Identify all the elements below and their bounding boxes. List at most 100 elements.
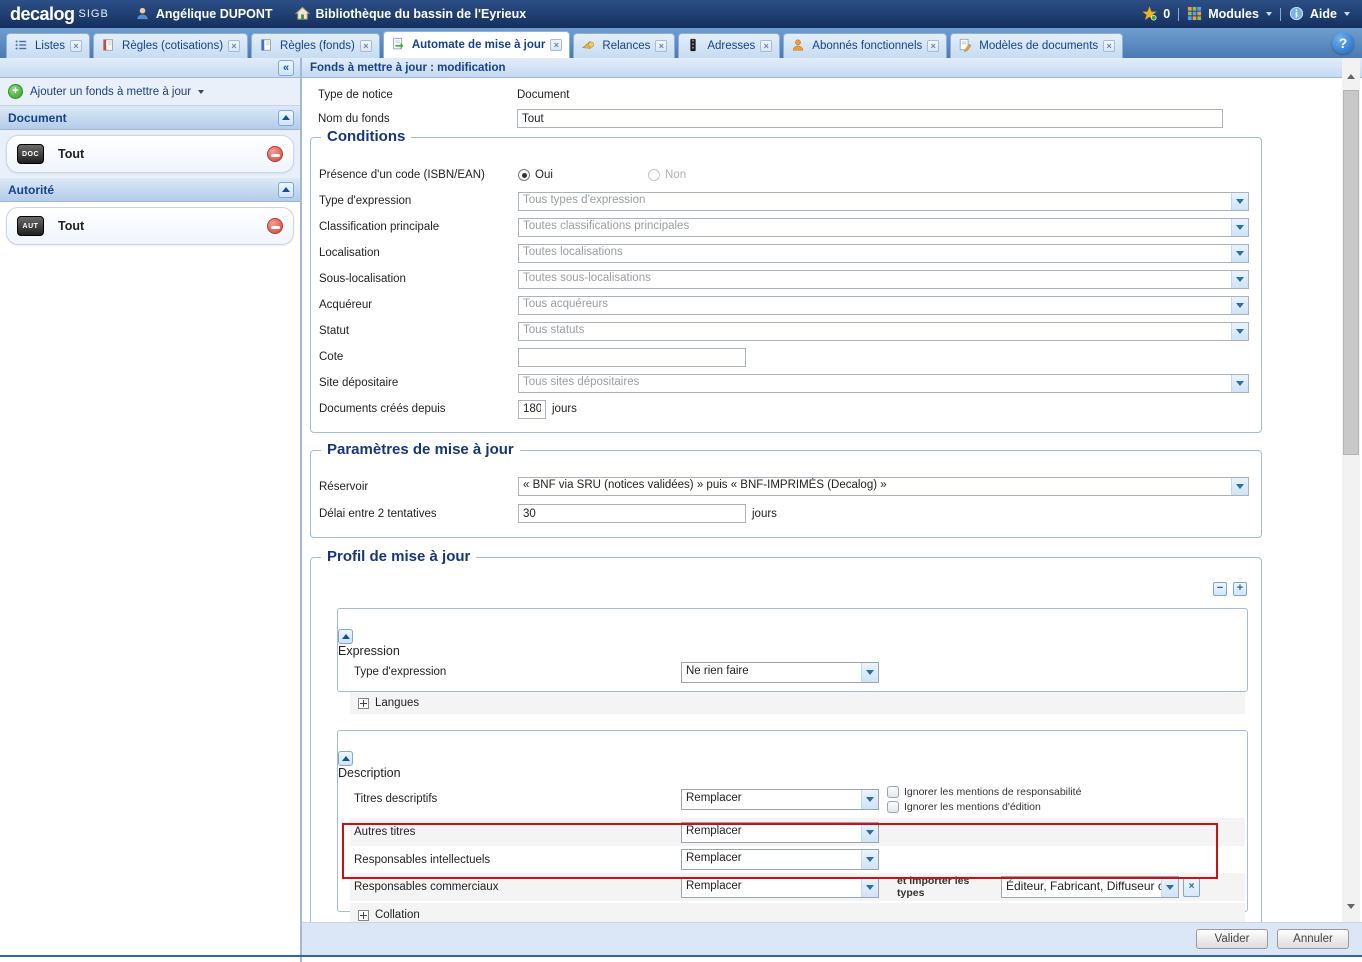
close-icon[interactable]: ×: [228, 40, 240, 52]
site-depositaire-row: Site dépositaire Tous sites dépositaires: [319, 370, 1261, 396]
description-legend: Description: [338, 766, 401, 780]
expand-all-button[interactable]: +: [1233, 582, 1247, 596]
close-icon[interactable]: ×: [1103, 40, 1115, 52]
select-profil-type-expression[interactable]: Ne rien faire: [681, 662, 879, 683]
vertical-scrollbar[interactable]: [1342, 58, 1360, 922]
clear-import-types-button[interactable]: ×: [1183, 877, 1200, 897]
action-footer: Valider Annuler: [302, 922, 1362, 955]
close-icon[interactable]: ×: [655, 40, 667, 52]
expression-legend: Expression: [338, 644, 400, 658]
cote-row: Cote: [319, 344, 1261, 370]
select-autres-titres[interactable]: Remplacer: [681, 822, 879, 843]
panel-title: Fonds à mettre à jour : modification: [310, 62, 506, 74]
section-body-document: DOC Tout: [0, 130, 300, 178]
cote-input[interactable]: [518, 348, 746, 367]
tab-label: Abonnés fonctionnels: [812, 40, 922, 52]
nom-fonds-input[interactable]: [517, 109, 1223, 128]
select-classification-principale[interactable]: Toutes classifications principales: [518, 218, 1249, 237]
radio-oui-label: Oui: [535, 169, 553, 181]
main-content: Type de notice Document Nom du fonds Con…: [302, 78, 1342, 922]
close-icon[interactable]: ×: [760, 40, 772, 52]
tab-abonnes-fonctionnels[interactable]: Abonnés fonctionnels ×: [783, 33, 947, 58]
select-type-expression[interactable]: Tous types d'expression: [518, 192, 1249, 211]
collapse-sidebar-button[interactable]: «: [278, 60, 294, 76]
select-responsables-commerciaux[interactable]: Remplacer: [681, 877, 879, 898]
notifications-indicator[interactable]: 0: [1142, 6, 1170, 22]
help-button[interactable]: ?: [1332, 32, 1354, 54]
ignorer-edition-checkbox[interactable]: [887, 801, 899, 813]
profil-legend: Profil de mise à jour: [321, 548, 476, 565]
titres-descriptifs-row: Titres descriptifs Remplacer Ignorer les…: [338, 780, 1247, 818]
collapse-description-button[interactable]: [338, 751, 353, 766]
modules-menu[interactable]: Modules: [1187, 6, 1272, 22]
close-icon[interactable]: ×: [70, 40, 82, 52]
expand-icon[interactable]: [358, 910, 369, 921]
select-acquereur[interactable]: Tous acquéreurs: [518, 296, 1249, 315]
close-icon[interactable]: ×: [927, 40, 939, 52]
close-icon[interactable]: ×: [550, 39, 562, 51]
radio-non[interactable]: [648, 169, 660, 181]
tab-regles-fonds[interactable]: Règles (fonds) ×: [251, 33, 380, 58]
current-library[interactable]: Bibliothèque du bassin de l'Eyrieux: [295, 6, 527, 22]
conditions-fieldset: Conditions Présence d'un code (ISBN/EAN)…: [310, 137, 1262, 433]
current-user[interactable]: Angélique DUPONT: [135, 6, 273, 22]
chevron-down-icon: [198, 90, 204, 94]
fonds-item-label: Tout: [58, 147, 84, 161]
radio-oui[interactable]: [518, 169, 530, 181]
collapse-all-button[interactable]: −: [1213, 582, 1227, 596]
select-titres-descriptifs[interactable]: Remplacer: [681, 789, 879, 810]
collation-expander-row[interactable]: Collation: [350, 903, 1245, 922]
doc-badge: DOC: [17, 144, 44, 164]
collation-label: Collation: [375, 909, 420, 921]
add-fonds-button[interactable]: + Ajouter un fonds à mettre à jour: [0, 78, 300, 106]
tab-relances[interactable]: Relances ×: [573, 33, 675, 58]
close-icon[interactable]: ×: [360, 40, 372, 52]
select-site-depositaire[interactable]: Tous sites dépositaires: [518, 374, 1249, 393]
select-reservoir[interactable]: « BNF via SRU (notices validées) » puis …: [518, 477, 1249, 496]
valider-button[interactable]: Valider: [1196, 929, 1268, 949]
section-header-document[interactable]: Document: [0, 106, 300, 130]
remove-fonds-button[interactable]: [267, 146, 283, 162]
ignorer-responsabilite-checkbox[interactable]: [887, 786, 899, 798]
select-statut[interactable]: Tous statuts: [518, 322, 1249, 341]
collapse-section-button[interactable]: [278, 182, 294, 198]
book-icon: [259, 38, 275, 54]
fonds-item-document[interactable]: DOC Tout: [6, 135, 294, 173]
field-label: Statut: [319, 325, 518, 337]
expression-fieldset: Expression Type d'expression Ne rien fai…: [337, 608, 1248, 692]
collapse-expression-button[interactable]: [338, 629, 353, 644]
grid-icon: [1187, 6, 1203, 22]
tab-regles-cotisations[interactable]: Règles (cotisations) ×: [93, 33, 248, 58]
langues-expander-row[interactable]: Langues: [350, 692, 1245, 714]
select-sous-localisation[interactable]: Toutes sous-localisations: [518, 270, 1249, 289]
localisation-row: Localisation Toutes localisations: [319, 240, 1261, 266]
select-responsables-intellectuels[interactable]: Remplacer: [681, 849, 879, 870]
aide-menu[interactable]: Aide: [1289, 6, 1350, 22]
remove-fonds-button[interactable]: [267, 218, 283, 234]
collapse-section-button[interactable]: [278, 110, 294, 126]
scroll-up-button[interactable]: [1342, 68, 1360, 84]
autres-titres-row: Autres titres Remplacer: [350, 818, 1245, 846]
annuler-button[interactable]: Annuler: [1277, 929, 1349, 949]
home-icon: [295, 6, 311, 22]
parametres-fieldset: Paramètres de mise à jour Réservoir « BN…: [310, 450, 1262, 538]
jours-suffix: jours: [552, 403, 577, 415]
tab-modeles-de-documents[interactable]: Modèles de documents ×: [950, 33, 1123, 58]
docs-crees-input[interactable]: [518, 400, 546, 419]
tab-automate-de-mise-a-jour[interactable]: Automate de mise à jour ×: [383, 31, 571, 58]
delai-input[interactable]: [518, 504, 746, 523]
list-icon: [14, 38, 30, 54]
scrollbar-thumb[interactable]: [1343, 90, 1359, 455]
section-header-autorite[interactable]: Autorité: [0, 178, 300, 202]
expand-icon[interactable]: [358, 698, 369, 709]
scroll-down-button[interactable]: [1342, 898, 1360, 914]
tab-listes[interactable]: Listes ×: [6, 33, 90, 58]
parametres-legend: Paramètres de mise à jour: [321, 441, 520, 458]
select-localisation[interactable]: Toutes localisations: [518, 244, 1249, 263]
fonds-item-autorite[interactable]: AUT Tout: [6, 207, 294, 245]
chevron-down-icon: [861, 878, 878, 897]
field-label: Autres titres: [354, 826, 681, 838]
tab-adresses[interactable]: Adresses ×: [678, 33, 780, 58]
select-import-types[interactable]: Éditeur, Fabricant, Diffuseur c: [1001, 876, 1179, 898]
reservoir-row: Réservoir « BNF via SRU (notices validée…: [319, 473, 1261, 500]
